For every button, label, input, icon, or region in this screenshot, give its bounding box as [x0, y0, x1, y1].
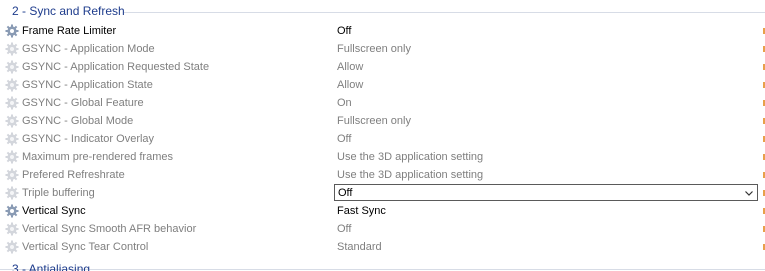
setting-name: Frame Rate Limiter	[22, 25, 117, 37]
setting-value[interactable]: Off	[337, 132, 351, 146]
gear-icon	[5, 150, 19, 164]
gear-icon	[5, 114, 19, 128]
gear-icon	[5, 96, 19, 110]
setting-row[interactable]: Prefered Refreshrate Use the 3D applicati…	[0, 166, 765, 184]
setting-row[interactable]: Maximum pre-rendered frames Use the 3D ap…	[0, 148, 765, 166]
setting-value[interactable]: On	[337, 96, 352, 110]
chevron-down-icon[interactable]	[744, 188, 754, 198]
gear-icon	[5, 60, 19, 74]
setting-row[interactable]: GSYNC - Global Mode Fullscreen only	[0, 112, 765, 130]
gear-icon	[5, 168, 19, 182]
setting-value[interactable]: Allow	[337, 60, 363, 74]
gear-icon	[5, 222, 19, 236]
setting-name: Triple buffering	[22, 187, 95, 199]
section-divider	[0, 269, 765, 270]
setting-value[interactable]: Fast Sync	[337, 204, 386, 218]
setting-name: GSYNC - Application State	[22, 79, 153, 91]
setting-value[interactable]: Standard	[337, 240, 382, 254]
gear-icon	[5, 42, 19, 56]
setting-row[interactable]: GSYNC - Application Mode Fullscreen only	[0, 40, 765, 58]
section-title: 2 - Sync and Refresh	[12, 4, 125, 18]
gear-icon	[5, 132, 19, 146]
setting-value[interactable]: Fullscreen only	[337, 42, 411, 56]
setting-value[interactable]: Off	[337, 222, 351, 236]
setting-row[interactable]: Triple buffering Off	[0, 184, 765, 202]
setting-name: GSYNC - Indicator Overlay	[22, 133, 155, 145]
section-divider	[124, 12, 765, 13]
setting-row[interactable]: Vertical Sync Smooth AFR behavior Off	[0, 220, 765, 238]
setting-value-dropdown[interactable]: Off	[334, 184, 758, 201]
setting-row[interactable]: GSYNC - Application Requested State Allow	[0, 58, 765, 76]
settings-list: Frame Rate Limiter Off GSYNC - Application…	[0, 22, 765, 256]
section-title: 3 - Antialiasing	[12, 262, 91, 271]
gear-icon	[5, 24, 19, 38]
setting-value[interactable]: Off	[337, 24, 351, 38]
setting-row[interactable]: Vertical Sync Fast Sync	[0, 202, 765, 220]
setting-name: GSYNC - Global Mode	[22, 115, 134, 127]
setting-row[interactable]: GSYNC - Indicator Overlay Off	[0, 130, 765, 148]
section-header-antialiasing[interactable]: 3 - Antialiasing	[0, 258, 765, 271]
setting-name: Vertical Sync Tear Control	[22, 241, 149, 253]
setting-row[interactable]: GSYNC - Application State Allow	[0, 76, 765, 94]
setting-row[interactable]: Frame Rate Limiter Off	[0, 22, 765, 40]
gear-icon	[5, 240, 19, 254]
setting-name: Vertical Sync	[22, 205, 86, 217]
setting-name: Maximum pre-rendered frames	[22, 151, 173, 163]
section-header-sync-and-refresh[interactable]: 2 - Sync and Refresh	[0, 1, 765, 19]
setting-value[interactable]: Allow	[337, 78, 363, 92]
setting-row[interactable]: GSYNC - Global Feature On	[0, 94, 765, 112]
gear-icon	[5, 186, 19, 200]
setting-name: GSYNC - Application Requested State	[22, 61, 210, 73]
setting-value[interactable]: Use the 3D application setting	[337, 150, 483, 164]
setting-name: Vertical Sync Smooth AFR behavior	[22, 223, 197, 235]
setting-name: GSYNC - Application Mode	[22, 43, 155, 55]
settings-panel: 2 - Sync and Refresh Frame Rate Limiter O…	[0, 0, 765, 271]
setting-name: Prefered Refreshrate	[22, 169, 125, 181]
setting-name: GSYNC - Global Feature	[22, 97, 144, 109]
setting-value: Off	[338, 187, 353, 199]
setting-value[interactable]: Fullscreen only	[337, 114, 411, 128]
setting-row[interactable]: Vertical Sync Tear Control Standard	[0, 238, 765, 256]
gear-icon	[5, 204, 19, 218]
setting-value[interactable]: Use the 3D application setting	[337, 168, 483, 182]
gear-icon	[5, 78, 19, 92]
